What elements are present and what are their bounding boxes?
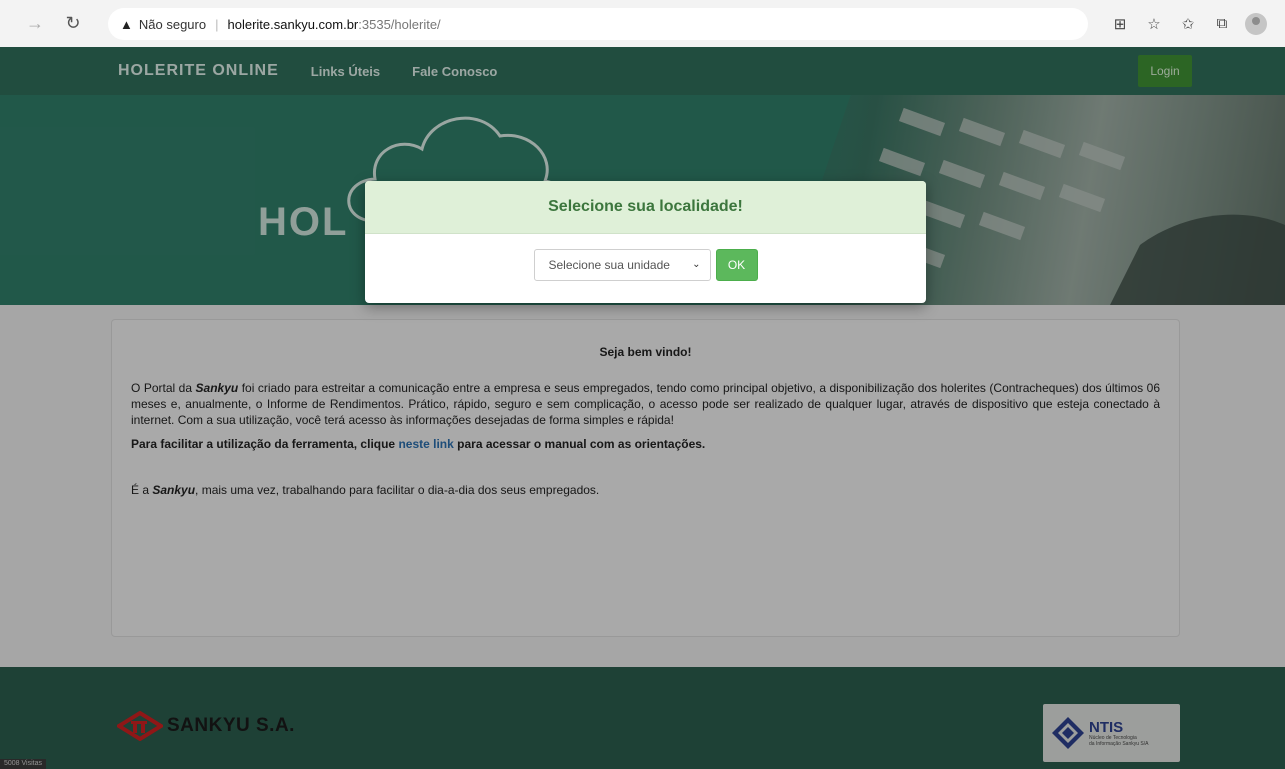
profile-avatar[interactable] <box>1245 12 1267 35</box>
chevron-down-icon: ⌄ <box>692 259 701 270</box>
toolbar-actions: ⊞ ☆ ✩ ⧉ <box>1103 0 1285 47</box>
qr-code-icon[interactable]: ⊞ <box>1103 9 1137 39</box>
collections-icon[interactable]: ⧉ <box>1205 9 1239 39</box>
warning-icon[interactable]: ▲ <box>120 17 133 32</box>
reload-icon[interactable]: ↻ <box>60 11 86 37</box>
address-bar[interactable]: ▲ Não seguro | holerite.sankyu.com.br:35… <box>108 8 1088 40</box>
url-path: :3535/holerite/ <box>358 16 441 32</box>
unit-select-value: Selecione sua unidade <box>548 257 670 272</box>
security-label[interactable]: Não seguro <box>139 17 206 32</box>
modal-body: Selecione sua unidade ⌄ OK <box>365 234 926 303</box>
add-favorite-icon[interactable]: ☆ <box>1137 9 1171 39</box>
url-host: holerite.sankyu.com.br <box>227 16 359 32</box>
modal-title: Selecione sua localidade! <box>365 181 926 234</box>
favorites-icon[interactable]: ✩ <box>1171 9 1205 39</box>
forward-icon[interactable]: → <box>22 11 48 37</box>
unit-select[interactable]: Selecione sua unidade ⌄ <box>533 248 711 281</box>
location-modal: Selecione sua localidade! Selecione sua … <box>365 181 926 303</box>
browser-toolbar: → ↻ ▲ Não seguro | holerite.sankyu.com.b… <box>0 0 1285 47</box>
modal-backdrop <box>0 47 1285 769</box>
ok-button[interactable]: OK <box>715 248 758 281</box>
address-separator: | <box>215 16 219 32</box>
